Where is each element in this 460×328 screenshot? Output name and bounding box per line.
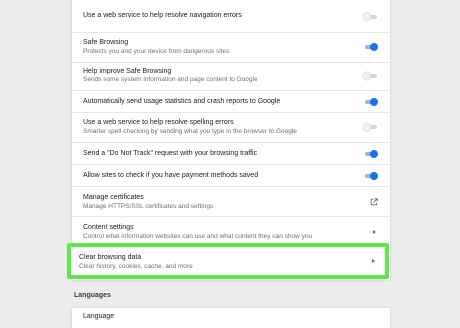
languages-card: Language xyxy=(72,308,390,328)
setting-title: Use a web service to help resolve naviga… xyxy=(83,12,242,19)
setting-subtitle: Clear history, cookies, cache, and more xyxy=(79,263,193,270)
setting-subtitle: Manage HTTPS/SSL certificates and settin… xyxy=(83,203,214,210)
setting-row-clear-browsing-data[interactable]: Clear browsing data Clear history, cooki… xyxy=(71,247,385,275)
setting-title: Content settings xyxy=(83,224,134,231)
setting-row-spelling-errors[interactable]: Use a web service to help resolve spelli… xyxy=(72,112,390,142)
setting-title: Use a web service to help resolve spelli… xyxy=(83,119,234,126)
safe-browsing-toggle[interactable] xyxy=(363,43,378,51)
languages-heading: Languages xyxy=(74,292,111,299)
setting-title: Help improve Safe Browsing xyxy=(83,68,172,75)
setting-title: Send a "Do Not Track" request with your … xyxy=(83,150,258,157)
improve-safe-browsing-toggle[interactable] xyxy=(363,72,378,80)
setting-row-safe-browsing[interactable]: Safe Browsing Protects you and your devi… xyxy=(72,32,390,62)
chevron-right-icon xyxy=(373,230,376,234)
setting-subtitle: Smarter spell-checking by sending what y… xyxy=(83,128,297,135)
setting-title: Clear browsing data xyxy=(79,254,142,261)
setting-title: Safe Browsing xyxy=(83,39,129,46)
setting-title: Manage certificates xyxy=(83,194,144,201)
navigation-errors-toggle[interactable] xyxy=(363,13,378,21)
chevron-right-icon xyxy=(372,259,375,263)
setting-row-content-settings[interactable]: Content settings Control what informatio… xyxy=(72,216,390,246)
setting-title: Allow sites to check if you have payment… xyxy=(83,172,259,179)
usage-statistics-toggle[interactable] xyxy=(363,98,378,106)
spelling-errors-toggle[interactable] xyxy=(363,123,378,131)
privacy-settings-card: Use a web service to help resolve naviga… xyxy=(72,0,390,280)
clear-browsing-data-highlight[interactable]: Clear browsing data Clear history, cooki… xyxy=(67,243,389,279)
setting-row-improve-safe-browsing[interactable]: Help improve Safe Browsing Sends some sy… xyxy=(72,62,390,90)
setting-subtitle: Control what information websites can us… xyxy=(83,233,313,240)
setting-row-manage-certificates[interactable]: Manage certificates Manage HTTPS/SSL cer… xyxy=(72,186,390,216)
open-in-new-icon[interactable] xyxy=(370,198,378,206)
setting-row-navigation-errors[interactable]: Use a web service to help resolve naviga… xyxy=(72,0,390,32)
do-not-track-toggle[interactable] xyxy=(363,150,378,158)
setting-row-usage-statistics[interactable]: Automatically send usage statistics and … xyxy=(72,90,390,112)
payment-methods-toggle[interactable] xyxy=(363,172,378,180)
setting-subtitle: Protects you and your device from danger… xyxy=(83,48,230,55)
setting-title: Automatically send usage statistics and … xyxy=(83,98,281,105)
setting-row-do-not-track[interactable]: Send a "Do Not Track" request with your … xyxy=(72,142,390,164)
setting-subtitle: Sends some system information and page c… xyxy=(83,76,258,83)
setting-row-payment-methods[interactable]: Allow sites to check if you have payment… xyxy=(72,164,390,186)
language-item[interactable]: Language xyxy=(83,313,114,320)
